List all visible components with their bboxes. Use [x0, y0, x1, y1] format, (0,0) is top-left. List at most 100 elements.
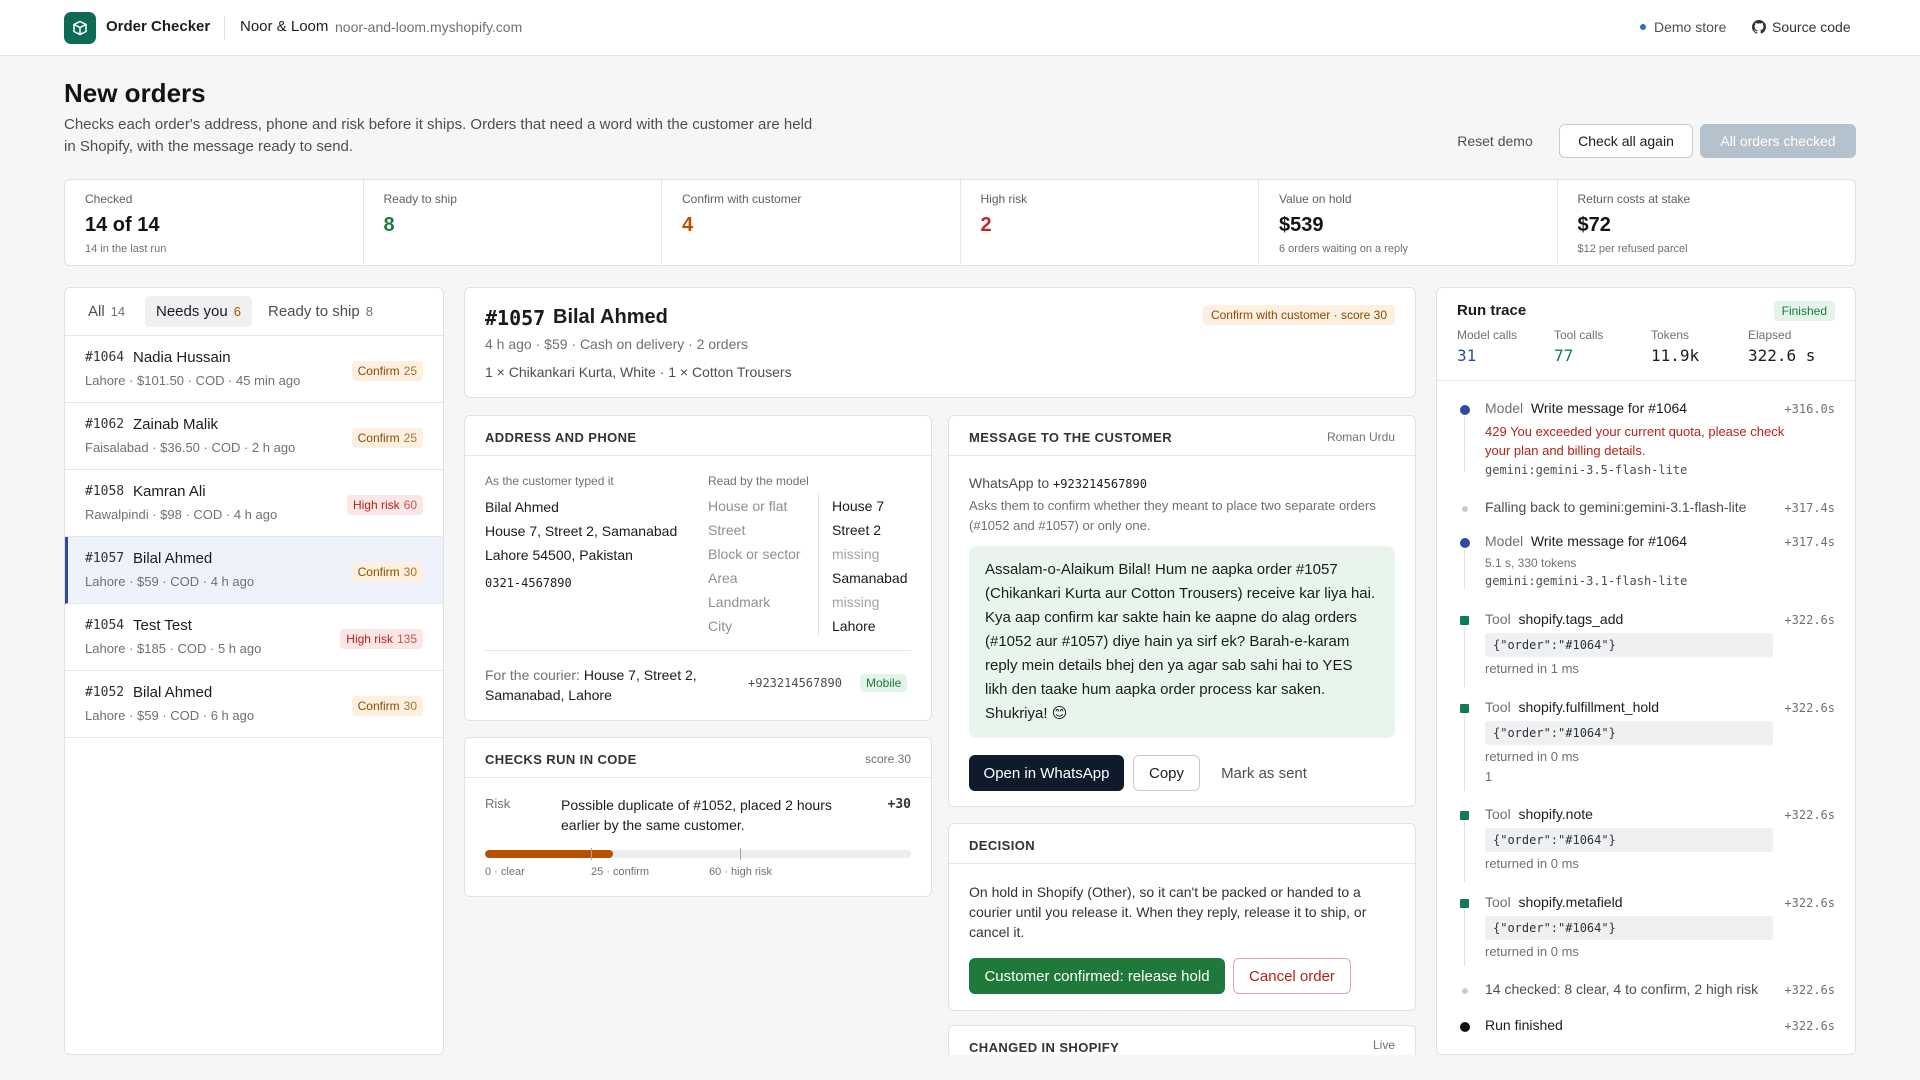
order-meta: Rawalpindi · $98 · COD · 4 h ago — [85, 507, 278, 522]
event-text: Falling back to gemini:gemini-3.1-flash-… — [1485, 499, 1747, 515]
field-row: Landmark missing — [708, 590, 913, 614]
status-badge: High risk 60 — [346, 495, 423, 515]
trace-event-tool[interactable]: Tool shopify.fulfillment_hold +322.6s {"… — [1457, 699, 1835, 791]
badge-score: 30 — [403, 699, 417, 713]
stat-sub: 14 in the last run — [85, 243, 167, 255]
copy-button[interactable]: Copy — [1133, 755, 1200, 791]
phone-type-badge: Mobile — [860, 674, 908, 692]
mark-as-sent-button[interactable]: Mark as sent — [1209, 755, 1319, 791]
order-row[interactable]: #1052 Bilal Ahmed Lahore · $59 · COD · 6… — [65, 671, 443, 738]
scale-tick — [591, 848, 592, 860]
all-orders-checked-button[interactable]: All orders checked — [1700, 124, 1856, 158]
open-in-whatsapp-button[interactable]: Open in WhatsApp — [969, 755, 1124, 791]
status-badge: Confirm 30 — [351, 562, 423, 582]
trace-event-tool[interactable]: Tool shopify.tags_add +322.6s {"order":"… — [1457, 611, 1835, 687]
tab-all[interactable]: All 14 — [77, 296, 136, 327]
event-text: 14 checked: 8 clear, 4 to confirm, 2 hig… — [1485, 981, 1759, 997]
field-key: Block or sector — [708, 546, 801, 562]
tab-ready-to-ship[interactable]: Ready to ship 8 — [257, 296, 384, 327]
section-header: CHECKS RUN IN CODE score 30 — [465, 738, 931, 778]
scale-label: 0 · clear — [485, 866, 525, 878]
demo-store-link[interactable]: Demo store — [1640, 19, 1726, 35]
order-row-selected[interactable]: #1057 Bilal Ahmed Lahore · $59 · COD · 4… — [65, 537, 443, 604]
timeline-line — [1464, 627, 1465, 687]
order-row[interactable]: #1064 Nadia Hussain Lahore · $101.50 · C… — [65, 336, 443, 403]
release-hold-button[interactable]: Customer confirmed: release hold — [969, 958, 1225, 994]
event-kind: Tool — [1485, 611, 1511, 627]
stat-label: Confirm with customer — [682, 192, 802, 206]
event-name: shopify.fulfillment_hold — [1518, 699, 1660, 715]
trace-event-model[interactable]: Model Write message for #1064 +317.4s 5.… — [1457, 533, 1835, 589]
badge-score: 25 — [403, 431, 417, 445]
check-all-again-button[interactable]: Check all again — [1559, 124, 1693, 158]
event-time: +322.6s — [1784, 808, 1835, 822]
event-title: Model Write message for #1064 — [1485, 533, 1687, 549]
changed-in-shopify-panel: CHANGED IN SHOPIFY Live — [948, 1025, 1416, 1055]
note-dot-icon — [1462, 506, 1468, 512]
section-title: ADDRESS AND PHONE — [485, 430, 637, 445]
divider — [818, 494, 819, 636]
github-icon — [1752, 20, 1766, 34]
stat-label: Value on hold — [1279, 192, 1352, 206]
field-key: House or flat — [708, 498, 788, 514]
order-tabs: All 14 Needs you 6 Ready to ship 8 — [65, 288, 443, 336]
badge-score: 25 — [403, 364, 417, 378]
cancel-order-button[interactable]: Cancel order — [1233, 958, 1351, 994]
source-code-link[interactable]: Source code — [1752, 19, 1851, 35]
stat-sub: 6 orders waiting on a reply — [1279, 243, 1409, 255]
trace-metrics: Model calls 31 Tool calls 77 Tokens 11.9k E… — [1457, 328, 1837, 368]
order-meta: Lahore · $101.50 · COD · 45 min ago — [85, 373, 301, 388]
tab-needs-you[interactable]: Needs you 6 — [145, 296, 252, 327]
metric-value: 77 — [1554, 346, 1574, 365]
timeline-line — [1464, 910, 1465, 966]
stats-bar: Checked 14 of 14 14 in the last run Read… — [64, 179, 1856, 266]
order-customer-name: Nadia Hussain — [133, 349, 231, 366]
trace-event-tool[interactable]: Tool shopify.metafield +322.6s {"order":… — [1457, 894, 1835, 966]
event-title: Tool shopify.fulfillment_hold — [1485, 699, 1659, 715]
badge-label: High risk — [346, 632, 393, 646]
check-text: Possible duplicate of #1052, placed 2 ho… — [561, 797, 832, 833]
check-category: Risk — [485, 796, 511, 811]
order-id: #1054 — [85, 618, 125, 633]
tool-square-icon — [1460, 899, 1469, 908]
status-dot-icon — [1640, 24, 1646, 30]
source-code-label: Source code — [1772, 19, 1851, 35]
risk-score-bar — [485, 850, 911, 858]
field-key: Area — [708, 570, 738, 586]
event-args: {"order":"#1064"} — [1485, 916, 1773, 940]
event-model-id: gemini:gemini-3.1-flash-lite — [1485, 574, 1688, 588]
order-row[interactable]: #1058 Kamran Ali Rawalpindi · $98 · COD … — [65, 470, 443, 537]
page-subtitle: Checks each order's address, phone and r… — [64, 116, 813, 155]
order-customer-name: Test Test — [133, 617, 192, 634]
field-row: Street Street 2 — [708, 518, 913, 542]
trace-event-model[interactable]: Model Write message for #1064 +316.0s 42… — [1457, 400, 1835, 477]
finish-dot-icon — [1460, 1022, 1470, 1032]
field-value-missing: missing — [832, 546, 880, 562]
parsed-fields: House or flat House 7 Street Street 2 Bloc… — [708, 494, 913, 638]
trace-event-tool[interactable]: Tool shopify.note +322.6s {"order":"#106… — [1457, 806, 1835, 882]
demo-store-label: Demo store — [1654, 19, 1727, 35]
run-trace-panel: Run trace Finished Model calls 31 Tool ca… — [1436, 287, 1856, 1055]
event-kind: Model — [1485, 533, 1524, 549]
stat-high-risk: High risk 2 — [961, 180, 1259, 265]
event-time: +317.4s — [1784, 535, 1835, 549]
order-customer-name: Bilal Ahmed — [133, 550, 213, 567]
stat-confirm-with-customer: Confirm with customer 4 — [662, 180, 961, 265]
message-body: Assalam-o-Alaikum Bilal! Hum ne aapka or… — [969, 546, 1395, 738]
app-logo-icon — [64, 12, 96, 44]
order-row[interactable]: #1054 Test Test Lahore · $185 · COD · 5 … — [65, 604, 443, 671]
section-title: DECISION — [969, 838, 1036, 853]
message-description: Asks them to confirm whether they meant … — [969, 498, 1376, 533]
order-id: #1052 — [85, 685, 125, 700]
stat-ready-to-ship: Ready to ship 8 — [364, 180, 662, 265]
tool-square-icon — [1460, 704, 1469, 713]
reset-demo-button[interactable]: Reset demo — [1448, 124, 1542, 158]
detail-items: 1 × Chikankari Kurta, White · 1 × Cotton… — [485, 364, 792, 380]
order-row[interactable]: #1062 Zainab Malik Faisalabad · $36.50 ·… — [65, 403, 443, 470]
tool-square-icon — [1460, 811, 1469, 820]
event-result: returned in 0 ms — [1485, 944, 1579, 959]
event-kind: Tool — [1485, 806, 1511, 822]
event-kind: Tool — [1485, 894, 1511, 910]
section-title: CHANGED IN SHOPIFY — [969, 1040, 1120, 1055]
field-value: Street 2 — [832, 522, 882, 538]
